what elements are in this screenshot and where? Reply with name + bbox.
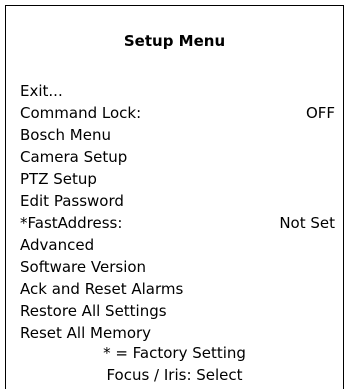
menu-item-label: Restore All Settings xyxy=(20,302,167,320)
factory-setting-legend: * = Factory Setting xyxy=(103,344,246,362)
menu-item-edit-password[interactable]: Edit Password xyxy=(20,190,335,212)
menu-item-label: Bosch Menu xyxy=(20,126,111,144)
menu-item-reset-all-memory[interactable]: Reset All Memory xyxy=(20,322,335,344)
menu-item-label: Exit... xyxy=(20,82,63,100)
menu-item-label: Reset All Memory xyxy=(20,324,152,342)
menu-item-bosch-menu[interactable]: Bosch Menu xyxy=(20,124,335,146)
menu-item-label: Advanced xyxy=(20,236,95,254)
menu-item-label: Software Version xyxy=(20,258,147,276)
menu-item-ptz-setup[interactable]: PTZ Setup xyxy=(20,168,335,190)
menu-title: Setup Menu xyxy=(123,32,226,50)
menu-item-camera-setup[interactable]: Camera Setup xyxy=(20,146,335,168)
menu-item-label: PTZ Setup xyxy=(20,170,97,188)
command-lock-value: OFF xyxy=(305,104,335,122)
setup-menu-panel: Setup Menu Exit... Command Lock: OFF Bos… xyxy=(5,5,344,389)
menu-item-label: Camera Setup xyxy=(20,148,128,166)
menu-list: Exit... Command Lock: OFF Bosch Menu Cam… xyxy=(20,80,335,344)
menu-item-exit[interactable]: Exit... xyxy=(20,80,335,102)
menu-item-ack-reset-alarms[interactable]: Ack and Reset Alarms xyxy=(20,278,335,300)
menu-item-restore-all-settings[interactable]: Restore All Settings xyxy=(20,300,335,322)
fast-address-value: Not Set xyxy=(279,214,335,232)
menu-item-software-version[interactable]: Software Version xyxy=(20,256,335,278)
menu-item-label: Ack and Reset Alarms xyxy=(20,280,184,298)
menu-item-label: Command Lock: xyxy=(20,104,142,122)
menu-item-label: *FastAddress: xyxy=(20,214,123,232)
focus-iris-hint: Focus / Iris: Select xyxy=(106,366,243,384)
menu-item-fast-address[interactable]: *FastAddress: Not Set xyxy=(20,212,335,234)
menu-item-command-lock[interactable]: Command Lock: OFF xyxy=(20,102,335,124)
menu-item-advanced[interactable]: Advanced xyxy=(20,234,335,256)
menu-item-label: Edit Password xyxy=(20,192,124,210)
